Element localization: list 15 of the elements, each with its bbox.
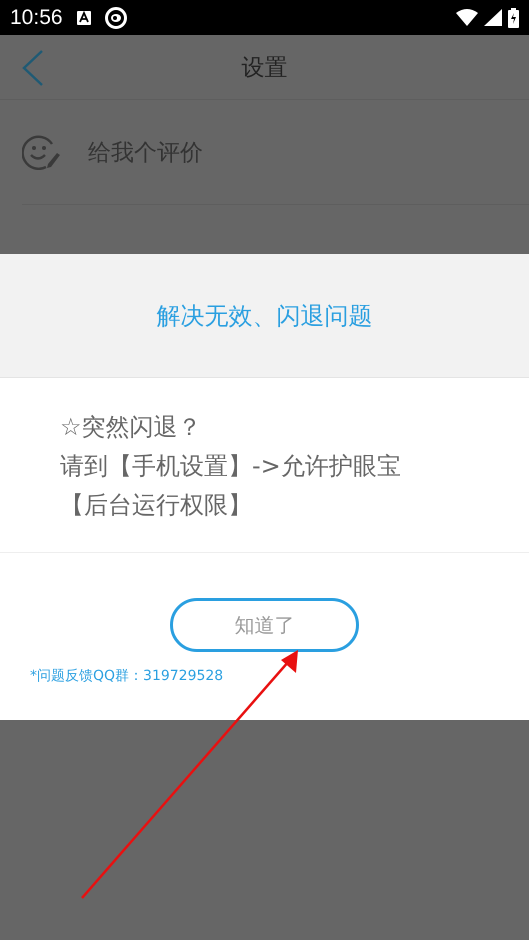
eye-icon [104, 6, 127, 28]
page-title: 设置 [242, 54, 288, 82]
feedback-note: *问题反馈QQ群：319729528 [30, 667, 224, 685]
keyboard-a-icon [76, 10, 91, 24]
back-icon[interactable] [22, 50, 44, 86]
dialog-message-line: 【后台运行权限】 [60, 490, 253, 521]
dialog-message-line: 请到【手机设置】->允许护眼宝 [60, 451, 402, 482]
dialog-title: 解决无效、闪退问题 [156, 300, 372, 332]
battery-icon [508, 8, 519, 28]
smiley-pencil-icon [22, 134, 60, 170]
clock: 10:56 [10, 6, 63, 30]
wifi-icon [456, 9, 478, 26]
signal-icon [484, 9, 502, 26]
dialog-message-line: ☆突然闪退？ [60, 412, 203, 443]
got-it-button[interactable]: 知道了 [170, 598, 359, 652]
